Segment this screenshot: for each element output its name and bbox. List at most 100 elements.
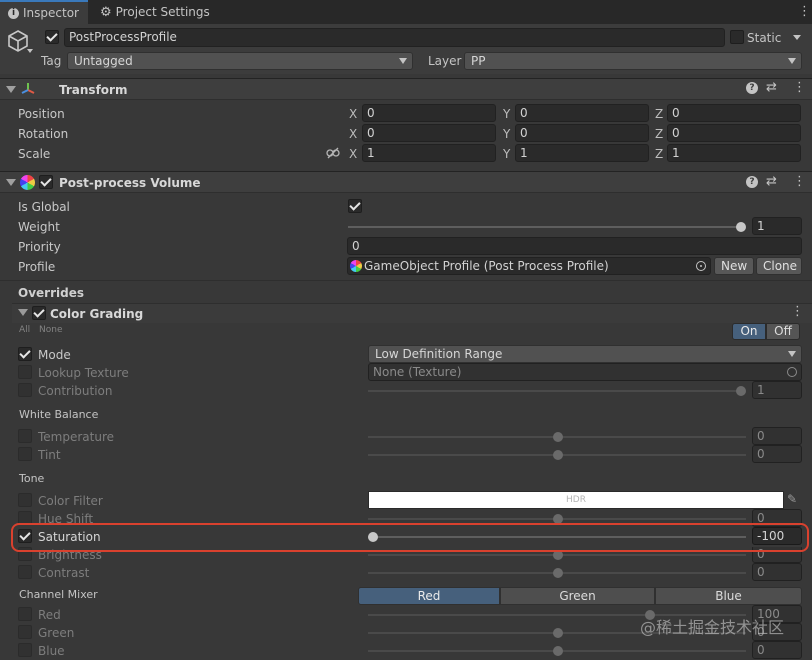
is-global-checkbox[interactable] (348, 199, 362, 213)
transform-foldout-icon[interactable] (6, 86, 16, 93)
new-profile-button[interactable]: New (714, 257, 754, 275)
weight-slider-track[interactable] (348, 226, 742, 228)
presets-icon[interactable]: ⇄ (766, 80, 777, 95)
component-menu-icon[interactable]: ⋮ (793, 174, 806, 189)
active-checkbox[interactable] (45, 30, 59, 44)
tint-override-checkbox[interactable] (18, 447, 32, 461)
mixer-green-override-checkbox[interactable] (18, 625, 32, 639)
rotation-z-field[interactable]: 0 (667, 124, 801, 142)
effect-menu-icon[interactable]: ⋮ (791, 304, 804, 319)
object-picker-icon[interactable] (787, 367, 797, 377)
mixer-red-slider-track[interactable] (368, 614, 746, 616)
scale-y-field[interactable]: 1 (515, 144, 649, 162)
color-filter-override-checkbox[interactable] (18, 493, 32, 507)
mixer-green-slider-knob[interactable] (553, 628, 563, 638)
tint-slider-knob[interactable] (553, 450, 563, 460)
contrast-slider-knob[interactable] (553, 568, 563, 578)
contrast-field[interactable]: 0 (752, 563, 802, 581)
clone-profile-button[interactable]: Clone (756, 257, 802, 275)
static-dropdown-arrow[interactable] (793, 35, 801, 40)
contribution-slider-track[interactable] (368, 390, 742, 392)
help-icon[interactable]: ? (746, 176, 758, 188)
position-z-field[interactable]: 0 (667, 104, 801, 122)
temperature-override-checkbox[interactable] (18, 429, 32, 443)
tab-menu-icon[interactable]: ⋮ (798, 5, 811, 18)
layer-dropdown[interactable]: PP (464, 52, 802, 70)
override-all-link[interactable]: All (19, 322, 30, 338)
mode-override-checkbox[interactable] (18, 347, 32, 361)
on-toggle[interactable]: On (732, 323, 766, 340)
transform-header[interactable]: Transform ? ⇄ ⋮ (0, 78, 812, 100)
priority-label: Priority (18, 240, 61, 254)
volume-enabled-checkbox[interactable] (39, 175, 53, 189)
contribution-slider-knob[interactable] (736, 386, 746, 396)
scale-z-field[interactable]: 1 (667, 144, 801, 162)
tab-project-settings[interactable]: ⚙ Project Settings (92, 0, 222, 24)
color-filter-swatch[interactable]: HDR (368, 491, 784, 509)
object-name-field[interactable]: PostProcessProfile (64, 28, 725, 47)
mixer-red-override-checkbox[interactable] (18, 607, 32, 621)
override-none-link[interactable]: None (39, 322, 62, 338)
axis-y-label: Y (503, 127, 511, 141)
mode-dropdown[interactable]: Low Definition Range (368, 345, 802, 363)
channel-mixer-heading: Channel Mixer (19, 588, 98, 601)
scale-link-icon[interactable] (326, 147, 340, 159)
layer-value: PP (471, 54, 486, 68)
position-label: Position (18, 107, 65, 121)
lookup-texture-value: None (Texture) (373, 365, 462, 379)
eyedropper-icon[interactable]: ✎ (787, 492, 797, 506)
temperature-slider-knob[interactable] (553, 432, 563, 442)
object-picker-icon[interactable] (696, 261, 706, 271)
color-grading-title: Color Grading (50, 307, 144, 321)
white-balance-heading: White Balance (19, 408, 99, 421)
static-checkbox[interactable] (730, 30, 744, 44)
color-grading-enabled-checkbox[interactable] (32, 306, 46, 320)
lookup-texture-field[interactable]: None (Texture) (368, 363, 802, 381)
weight-slider-knob[interactable] (736, 222, 746, 232)
info-icon: i (8, 7, 19, 19)
tint-label: Tint (38, 448, 61, 462)
mode-value: Low Definition Range (375, 347, 503, 361)
scale-x-field[interactable]: 1 (362, 144, 496, 162)
position-y-field[interactable]: 0 (515, 104, 649, 122)
volume-icon (20, 175, 35, 190)
presets-icon[interactable]: ⇄ (766, 174, 777, 189)
position-x-field[interactable]: 0 (362, 104, 496, 122)
tab-project-settings-label: Project Settings (115, 5, 210, 19)
axis-y-label: Y (503, 107, 511, 121)
mixer-tab-red[interactable]: Red (358, 587, 500, 605)
help-icon[interactable]: ? (746, 82, 758, 94)
static-label: Static (747, 31, 782, 45)
color-grading-foldout-icon[interactable] (18, 309, 28, 316)
tab-inspector[interactable]: i Inspector (0, 0, 88, 24)
mixer-tab-blue[interactable]: Blue (655, 587, 802, 605)
tint-field[interactable]: 0 (752, 445, 802, 463)
mixer-tab-green[interactable]: Green (500, 587, 655, 605)
mixer-blue-field[interactable]: 0 (752, 641, 802, 659)
temperature-field[interactable]: 0 (752, 427, 802, 445)
weight-label: Weight (18, 220, 60, 234)
profile-asset-icon (350, 260, 362, 272)
rotation-y-field[interactable]: 0 (515, 124, 649, 142)
contribution-override-checkbox[interactable] (18, 383, 32, 397)
volume-header[interactable]: Post-process Volume ? ⇄ ⋮ (0, 171, 812, 193)
contribution-field[interactable]: 1 (752, 381, 802, 399)
color-grading-header[interactable]: Color Grading ⋮ (12, 303, 812, 323)
volume-foldout-icon[interactable] (6, 179, 16, 186)
icon-dropdown-arrow[interactable] (27, 49, 33, 53)
contrast-override-checkbox[interactable] (18, 565, 32, 579)
component-menu-icon[interactable]: ⋮ (793, 80, 806, 95)
weight-field[interactable]: 1 (752, 217, 802, 235)
tag-dropdown[interactable]: Untagged (67, 52, 413, 70)
rotation-x-field[interactable]: 0 (362, 124, 496, 142)
volume-title: Post-process Volume (59, 176, 201, 190)
transform-title: Transform (59, 83, 128, 97)
lookup-texture-override-checkbox[interactable] (18, 365, 32, 379)
contribution-label: Contribution (38, 384, 113, 398)
profile-field[interactable]: GameObject Profile (Post Process Profile… (347, 257, 711, 275)
off-toggle[interactable]: Off (766, 323, 800, 340)
mixer-blue-override-checkbox[interactable] (18, 643, 32, 657)
axis-z-label: Z (655, 127, 664, 141)
priority-field[interactable]: 0 (347, 237, 802, 255)
mixer-blue-slider-knob[interactable] (553, 646, 563, 656)
